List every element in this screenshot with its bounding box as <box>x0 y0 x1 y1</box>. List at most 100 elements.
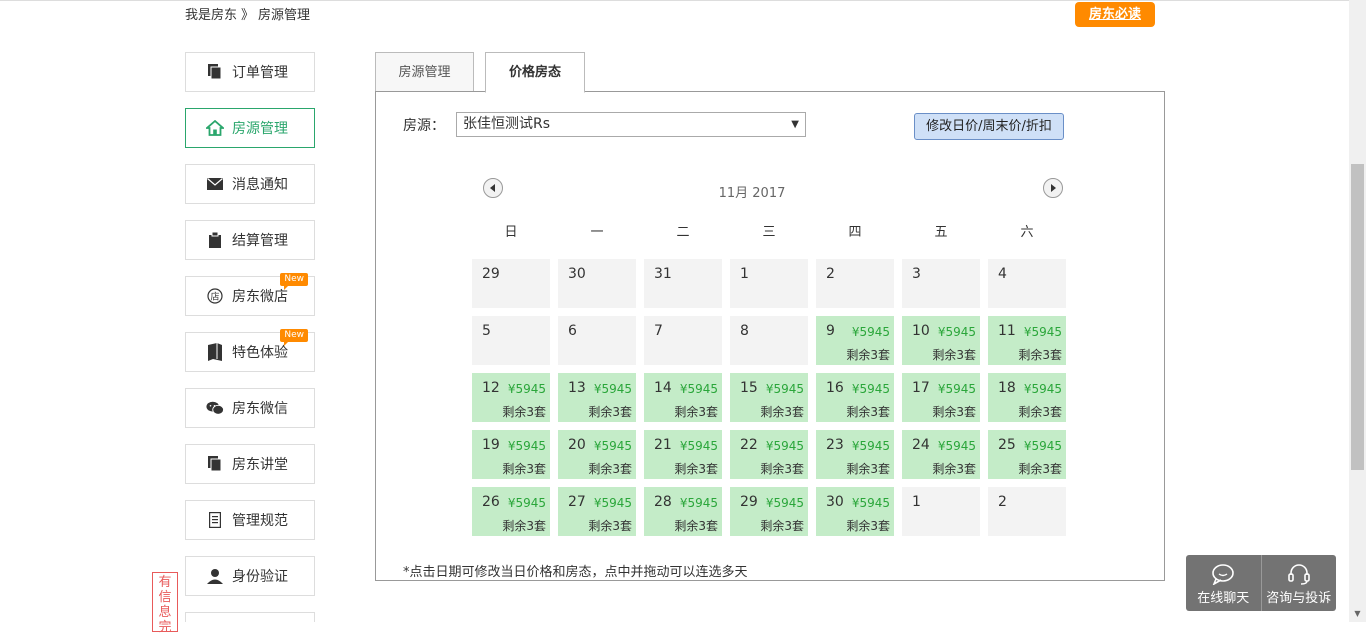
scroll-down-arrow-icon[interactable]: ▼ <box>1349 606 1366 622</box>
calendar-day-available[interactable]: 21 ¥5945 剩余3套 <box>644 430 722 479</box>
modify-price-button[interactable]: 修改日价/周末价/折扣 <box>914 113 1064 140</box>
tab-price-status[interactable]: 价格房态 <box>485 52 585 93</box>
day-number: 20 <box>568 437 586 453</box>
wechat-icon <box>206 399 224 417</box>
sidebar-item-orders[interactable]: 订单管理 <box>185 52 315 92</box>
calendar-day[interactable]: 6 <box>558 316 636 365</box>
day-number: 2 <box>826 266 835 282</box>
support-widget: 在线聊天 咨询与投诉 <box>1186 555 1336 611</box>
prev-month-button[interactable] <box>483 178 503 198</box>
day-number: 7 <box>654 323 663 339</box>
sidebar-item-lecture[interactable]: 房东讲堂 <box>185 444 315 484</box>
weekday-label: 六 <box>1020 225 1034 240</box>
day-number: 10 <box>912 323 930 339</box>
day-number: 21 <box>654 437 672 453</box>
calendar-day-available[interactable]: 11 ¥5945 剩余3套 <box>988 316 1066 365</box>
day-price: ¥5945 <box>1023 439 1062 453</box>
sidebar-item-identity[interactable]: 身份验证 <box>185 556 315 596</box>
calendar-day-available[interactable]: 27 ¥5945 剩余3套 <box>558 487 636 536</box>
sidebar-item-micro-shop[interactable]: 店 房东微店 New <box>185 273 315 316</box>
sidebar-item-label: 消息通知 <box>232 177 288 193</box>
calendar-day[interactable]: 31 <box>644 259 722 308</box>
day-price: ¥5945 <box>765 382 804 396</box>
calendar-day[interactable]: 7 <box>644 316 722 365</box>
day-number: 6 <box>568 323 577 339</box>
calendar-day-available[interactable]: 30 ¥5945 剩余3套 <box>816 487 894 536</box>
day-remaining: 剩余3套 <box>846 519 890 533</box>
next-month-button[interactable] <box>1043 178 1063 198</box>
sidebar-item-settlement[interactable]: 结算管理 <box>185 220 315 260</box>
calendar-day-available[interactable]: 16 ¥5945 剩余3套 <box>816 373 894 422</box>
consult-complaint-button[interactable]: 咨询与投诉 <box>1260 555 1337 611</box>
calendar-day-available[interactable]: 22 ¥5945 剩余3套 <box>730 430 808 479</box>
day-price: ¥5945 <box>593 439 632 453</box>
calendar-day[interactable]: 29 <box>472 259 550 308</box>
sidebar-item-experience[interactable]: 特色体验 New <box>185 329 315 372</box>
calendar-day-available[interactable]: 9 ¥5945 剩余3套 <box>816 316 894 365</box>
day-price: ¥5945 <box>937 325 976 339</box>
breadcrumb-current: 房源管理 <box>258 8 311 23</box>
day-price: ¥5945 <box>507 382 546 396</box>
book-icon <box>206 343 224 361</box>
calendar-day-available[interactable]: 12 ¥5945 剩余3套 <box>472 373 550 422</box>
shop-icon: 店 <box>206 287 224 305</box>
calendar-day[interactable]: 4 <box>988 259 1066 308</box>
day-number: 30 <box>568 266 586 282</box>
day-price: ¥5945 <box>851 325 890 339</box>
sidebar-item-label: 结算管理 <box>232 233 288 249</box>
day-remaining: 剩余3套 <box>588 519 632 533</box>
calendar-day-available[interactable]: 17 ¥5945 剩余3套 <box>902 373 980 422</box>
calendar-day-available[interactable]: 20 ¥5945 剩余3套 <box>558 430 636 479</box>
day-price: ¥5945 <box>765 496 804 510</box>
sidebar-item-label: 房东讲堂 <box>232 457 288 473</box>
online-chat-button[interactable]: 在线聊天 <box>1186 555 1261 611</box>
day-number: 1 <box>740 266 749 282</box>
calendar-day-available[interactable]: 10 ¥5945 剩余3套 <box>902 316 980 365</box>
calendar-day-available[interactable]: 26 ¥5945 剩余3套 <box>472 487 550 536</box>
calendar-day[interactable]: 8 <box>730 316 808 365</box>
day-remaining: 剩余3套 <box>588 405 632 419</box>
day-price: ¥5945 <box>937 382 976 396</box>
tab-listing-management[interactable]: 房源管理 <box>375 52 474 92</box>
sidebar-item-listings[interactable]: 房源管理 <box>185 108 315 148</box>
calendar-day-available[interactable]: 18 ¥5945 剩余3套 <box>988 373 1066 422</box>
sidebar-item-wechat[interactable]: 房东微信 <box>185 388 315 428</box>
calendar-day-available[interactable]: 19 ¥5945 剩余3套 <box>472 430 550 479</box>
day-remaining: 剩余3套 <box>674 519 718 533</box>
day-number: 18 <box>998 380 1016 396</box>
scrollbar-thumb[interactable] <box>1351 164 1364 470</box>
calendar-day[interactable]: 1 <box>730 259 808 308</box>
sidebar-item-label: 管理规范 <box>232 513 288 529</box>
calendar-day[interactable]: 30 <box>558 259 636 308</box>
sidebar-item-rules[interactable]: 管理规范 <box>185 500 315 540</box>
day-number: 25 <box>998 437 1016 453</box>
top-divider <box>0 0 1350 1</box>
landlord-guide-button[interactable]: 房东必读 <box>1075 2 1155 27</box>
day-number: 27 <box>568 494 586 510</box>
calendar-day[interactable]: 3 <box>902 259 980 308</box>
calendar-day[interactable]: 2 <box>988 487 1066 536</box>
sidebar-item-messages[interactable]: 消息通知 <box>185 164 315 204</box>
calendar-day-available[interactable]: 15 ¥5945 剩余3套 <box>730 373 808 422</box>
calendar-day-available[interactable]: 13 ¥5945 剩余3套 <box>558 373 636 422</box>
calendar-day-available[interactable]: 14 ¥5945 剩余3套 <box>644 373 722 422</box>
day-remaining: 剩余3套 <box>1018 462 1062 476</box>
calendar-day[interactable]: 5 <box>472 316 550 365</box>
breadcrumb-separator: 》 <box>241 8 255 23</box>
day-remaining: 剩余3套 <box>502 405 546 419</box>
calendar-day[interactable]: 1 <box>902 487 980 536</box>
calendar-day-available[interactable]: 25 ¥5945 剩余3套 <box>988 430 1066 479</box>
day-number: 22 <box>740 437 758 453</box>
calendar-day[interactable]: 2 <box>816 259 894 308</box>
feedback-side-tag[interactable]: 有信息完 <box>152 572 178 635</box>
calendar-day-available[interactable]: 29 ¥5945 剩余3套 <box>730 487 808 536</box>
source-select[interactable]: 张佳恒测试Rs ▼ <box>456 112 806 137</box>
calendar-day-available[interactable]: 23 ¥5945 剩余3套 <box>816 430 894 479</box>
breadcrumb-home[interactable]: 我是房东 <box>185 8 237 23</box>
day-remaining: 剩余3套 <box>846 405 890 419</box>
calendar-day-available[interactable]: 24 ¥5945 剩余3套 <box>902 430 980 479</box>
day-number: 5 <box>482 323 491 339</box>
chevron-right-icon <box>1051 184 1056 192</box>
calendar-day-available[interactable]: 28 ¥5945 剩余3套 <box>644 487 722 536</box>
source-label: 房源： <box>403 118 445 134</box>
